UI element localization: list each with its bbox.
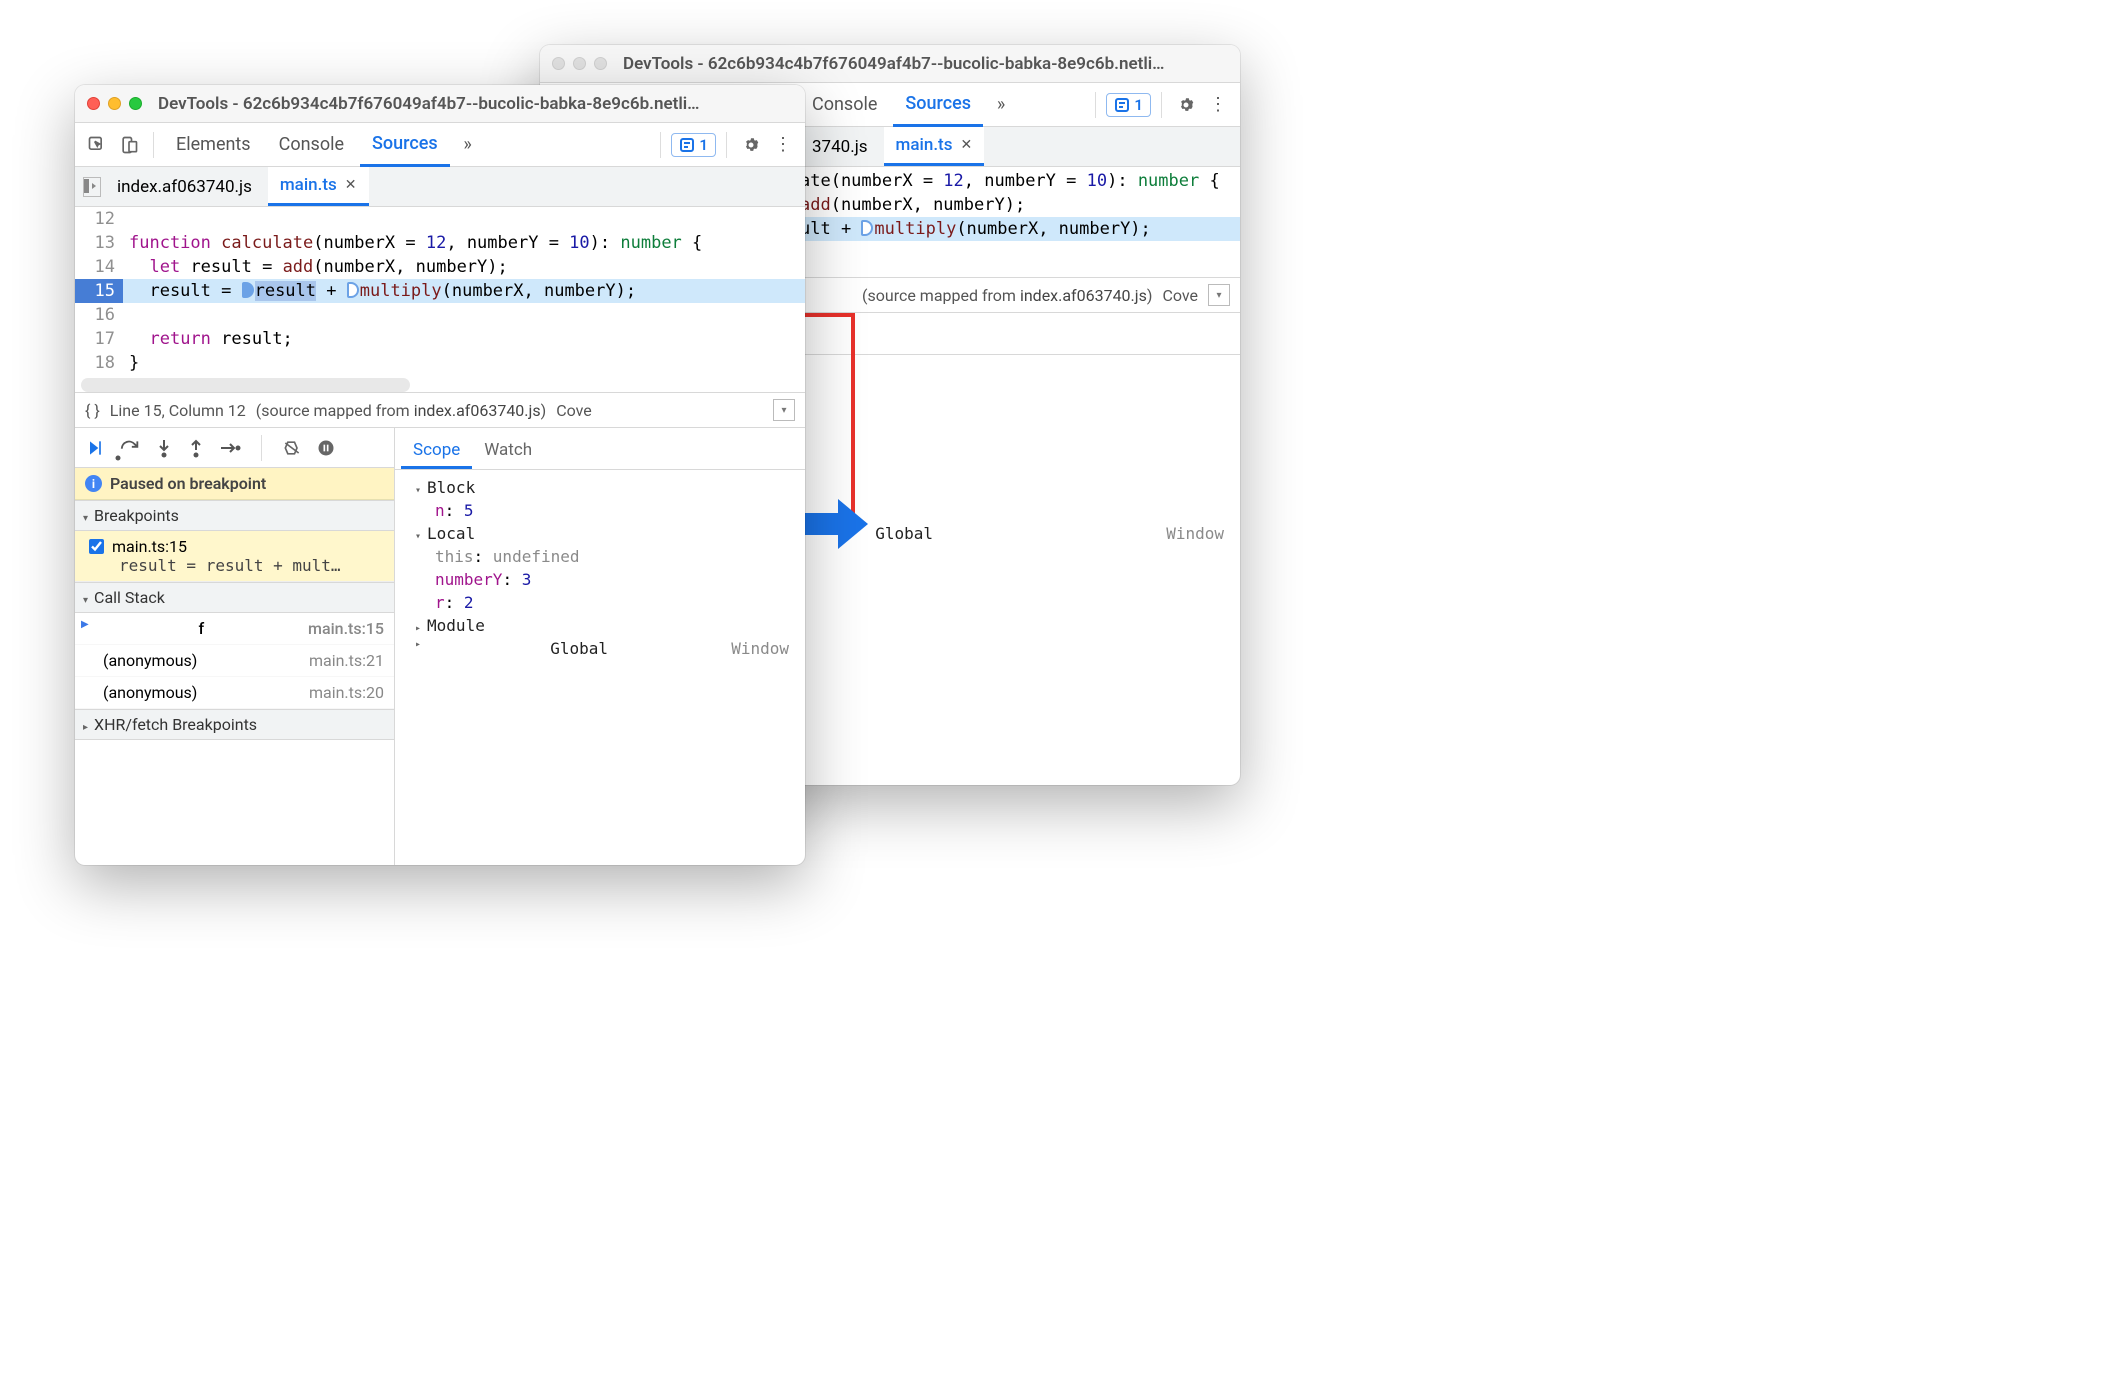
kebab-icon[interactable]: ⋮ xyxy=(1204,94,1232,115)
tab-scope[interactable]: Scope xyxy=(401,434,472,469)
scope-local-group[interactable]: Local xyxy=(401,522,799,545)
devtools-window-left: DevTools - 62c6b934c4b7f676049af4b7--buc… xyxy=(75,85,805,865)
editor-h-scrollbar[interactable] xyxy=(81,378,410,392)
deactivate-bp-icon[interactable] xyxy=(282,438,302,458)
callstack-header[interactable]: Call Stack xyxy=(75,582,394,613)
close-dot[interactable] xyxy=(87,97,100,110)
more-tabs-icon[interactable]: » xyxy=(454,134,482,155)
issue-count: 1 xyxy=(699,136,708,154)
resume-icon[interactable] xyxy=(85,438,105,458)
close-icon[interactable]: ✕ xyxy=(345,177,357,193)
editor[interactable]: 12 13function calculate(numberX = 12, nu… xyxy=(75,207,805,392)
window-title: DevTools - 62c6b934c4b7f676049af4b7--buc… xyxy=(623,54,1228,74)
source-map-link[interactable]: index.af063740.js xyxy=(414,401,541,420)
tab-console[interactable]: Console xyxy=(800,84,889,125)
debugger-panel: i Paused on breakpoint Breakpoints main.… xyxy=(75,428,805,865)
max-dot[interactable] xyxy=(129,97,142,110)
tab-sources[interactable]: Sources xyxy=(360,123,450,167)
close-icon[interactable]: ✕ xyxy=(960,137,972,153)
stack-frame[interactable]: fmain.ts:15 xyxy=(75,613,394,645)
breakpoint-file: main.ts:15 xyxy=(112,537,187,556)
traffic-lights xyxy=(552,57,607,70)
more-tabs-icon[interactable]: » xyxy=(987,94,1015,115)
tab-sources[interactable]: Sources xyxy=(893,83,983,127)
debug-controls xyxy=(75,428,394,468)
step-icon[interactable] xyxy=(219,439,241,457)
stack-frame[interactable]: (anonymous)main.ts:21 xyxy=(75,645,394,677)
debugger-left-pane: i Paused on breakpoint Breakpoints main.… xyxy=(75,428,395,865)
status-bar: { } Line 15, Column 12 (source mapped fr… xyxy=(75,392,805,428)
scope-module-group[interactable]: Module xyxy=(401,614,799,637)
tab-console[interactable]: Console xyxy=(267,124,356,165)
breakpoint-code: result = result + mult… xyxy=(89,556,384,575)
status-chevron-icon[interactable]: ▾ xyxy=(1208,284,1230,306)
arrow-icon xyxy=(804,496,868,552)
panel-tabs[interactable]: Elements Console Sources » 1 ⋮ xyxy=(75,123,805,167)
step-into-icon[interactable] xyxy=(155,438,173,458)
issues-badge[interactable]: 1 xyxy=(671,133,716,157)
title-bar: DevTools - 62c6b934c4b7f676049af4b7--buc… xyxy=(540,45,1240,83)
pause-exceptions-icon[interactable] xyxy=(316,438,336,458)
pretty-print-icon[interactable]: { } xyxy=(85,401,100,420)
file-tab-main[interactable]: main.ts ✕ xyxy=(884,127,985,166)
scope-block-group[interactable]: Block xyxy=(401,476,799,499)
traffic-lights xyxy=(87,97,142,110)
xhr-breakpoints-header[interactable]: XHR/fetch Breakpoints xyxy=(75,709,394,740)
gear-icon[interactable] xyxy=(1172,95,1200,115)
status-chevron-icon[interactable]: ▾ xyxy=(773,399,795,421)
issue-count: 1 xyxy=(1134,96,1143,114)
issues-badge[interactable]: 1 xyxy=(1106,93,1151,117)
min-dot[interactable] xyxy=(573,57,586,70)
min-dot[interactable] xyxy=(108,97,121,110)
coverage-label[interactable]: Cove xyxy=(556,401,592,420)
navigator-toggle-icon[interactable] xyxy=(83,177,101,197)
coverage-label[interactable]: Cove xyxy=(1162,286,1198,305)
inspect-icon[interactable] xyxy=(83,135,111,155)
mapped-from-label: (source mapped from index.af063740.js) xyxy=(256,401,546,420)
scope-body: Block n: 5 Local this: undefined numberY… xyxy=(395,470,805,666)
tab-elements[interactable]: Elements xyxy=(164,124,263,165)
breakpoint-item[interactable]: main.ts:15 result = result + mult… xyxy=(75,531,394,582)
close-dot[interactable] xyxy=(552,57,565,70)
paused-banner: i Paused on breakpoint xyxy=(75,468,394,500)
device-toggle-icon[interactable] xyxy=(115,135,143,155)
file-tab-index[interactable]: index.af063740.js xyxy=(105,169,264,205)
step-over-icon[interactable] xyxy=(119,435,141,461)
file-tab-index[interactable]: 3740.js xyxy=(800,129,880,165)
gear-icon[interactable] xyxy=(737,135,765,155)
source-map-link[interactable]: index.af063740.js xyxy=(1020,286,1147,305)
scope-global-group[interactable]: GlobalWindow xyxy=(401,637,799,660)
breakpoints-header[interactable]: Breakpoints xyxy=(75,500,394,531)
file-tabs[interactable]: index.af063740.js main.ts ✕ xyxy=(75,167,805,207)
step-out-icon[interactable] xyxy=(187,438,205,458)
info-icon: i xyxy=(85,475,102,492)
window-title: DevTools - 62c6b934c4b7f676049af4b7--buc… xyxy=(158,94,793,114)
scope-panel: Scope Watch Block n: 5 Local this: undef… xyxy=(395,428,805,865)
tab-watch[interactable]: Watch xyxy=(472,434,544,469)
cursor-position: Line 15, Column 12 xyxy=(110,401,246,420)
execution-line: 15 result = result + multiply(numberX, n… xyxy=(75,279,805,303)
title-bar: DevTools - 62c6b934c4b7f676049af4b7--buc… xyxy=(75,85,805,123)
file-tab-main[interactable]: main.ts ✕ xyxy=(268,167,369,206)
kebab-icon[interactable]: ⋮ xyxy=(769,134,797,155)
max-dot[interactable] xyxy=(594,57,607,70)
mapped-from-label: (source mapped from index.af063740.js) xyxy=(862,286,1152,305)
breakpoint-checkbox[interactable] xyxy=(89,539,104,554)
stack-frame[interactable]: (anonymous)main.ts:20 xyxy=(75,677,394,709)
